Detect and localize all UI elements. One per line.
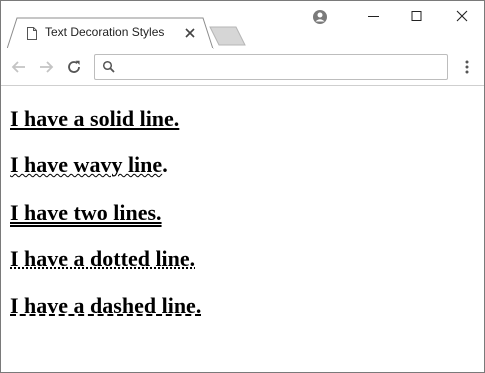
window-close-icon[interactable]: [451, 7, 473, 25]
minimize-icon[interactable]: [363, 7, 385, 25]
wavy-line-period: .: [162, 152, 168, 177]
tab-title: Text Decoration Styles: [45, 25, 165, 39]
browser-window: Text Decoration Styles I have a solid li…: [0, 0, 485, 373]
profile-icon[interactable]: [312, 9, 328, 25]
menu-dots-icon[interactable]: [463, 58, 471, 76]
wavy-line-text: I have wavy line: [10, 152, 163, 177]
double-line-text: I have two lines.: [10, 200, 162, 225]
reload-icon[interactable]: [65, 58, 83, 76]
title-bar: Text Decoration Styles: [1, 1, 484, 50]
address-input[interactable]: [121, 57, 445, 77]
browser-toolbar: [1, 49, 484, 86]
forward-arrow-icon[interactable]: [37, 58, 55, 76]
dotted-line-text: I have a dotted line.: [10, 246, 196, 271]
maximize-icon[interactable]: [406, 7, 428, 25]
document-icon: [27, 27, 37, 40]
solid-line-text: I have a solid line.: [10, 106, 180, 131]
back-arrow-icon[interactable]: [10, 58, 28, 76]
page-content: I have a solid line. I have wavy line. I…: [1, 86, 484, 372]
close-icon[interactable]: [183, 26, 197, 40]
new-tab-icon[interactable]: [209, 26, 247, 46]
search-icon: [102, 60, 115, 73]
dashed-line-text: I have a dashed line.: [10, 293, 202, 318]
tab-text-decoration-styles[interactable]: Text Decoration Styles: [7, 17, 215, 50]
wavy-line-paragraph: I have wavy line.: [10, 152, 168, 178]
address-bar[interactable]: [94, 54, 448, 80]
